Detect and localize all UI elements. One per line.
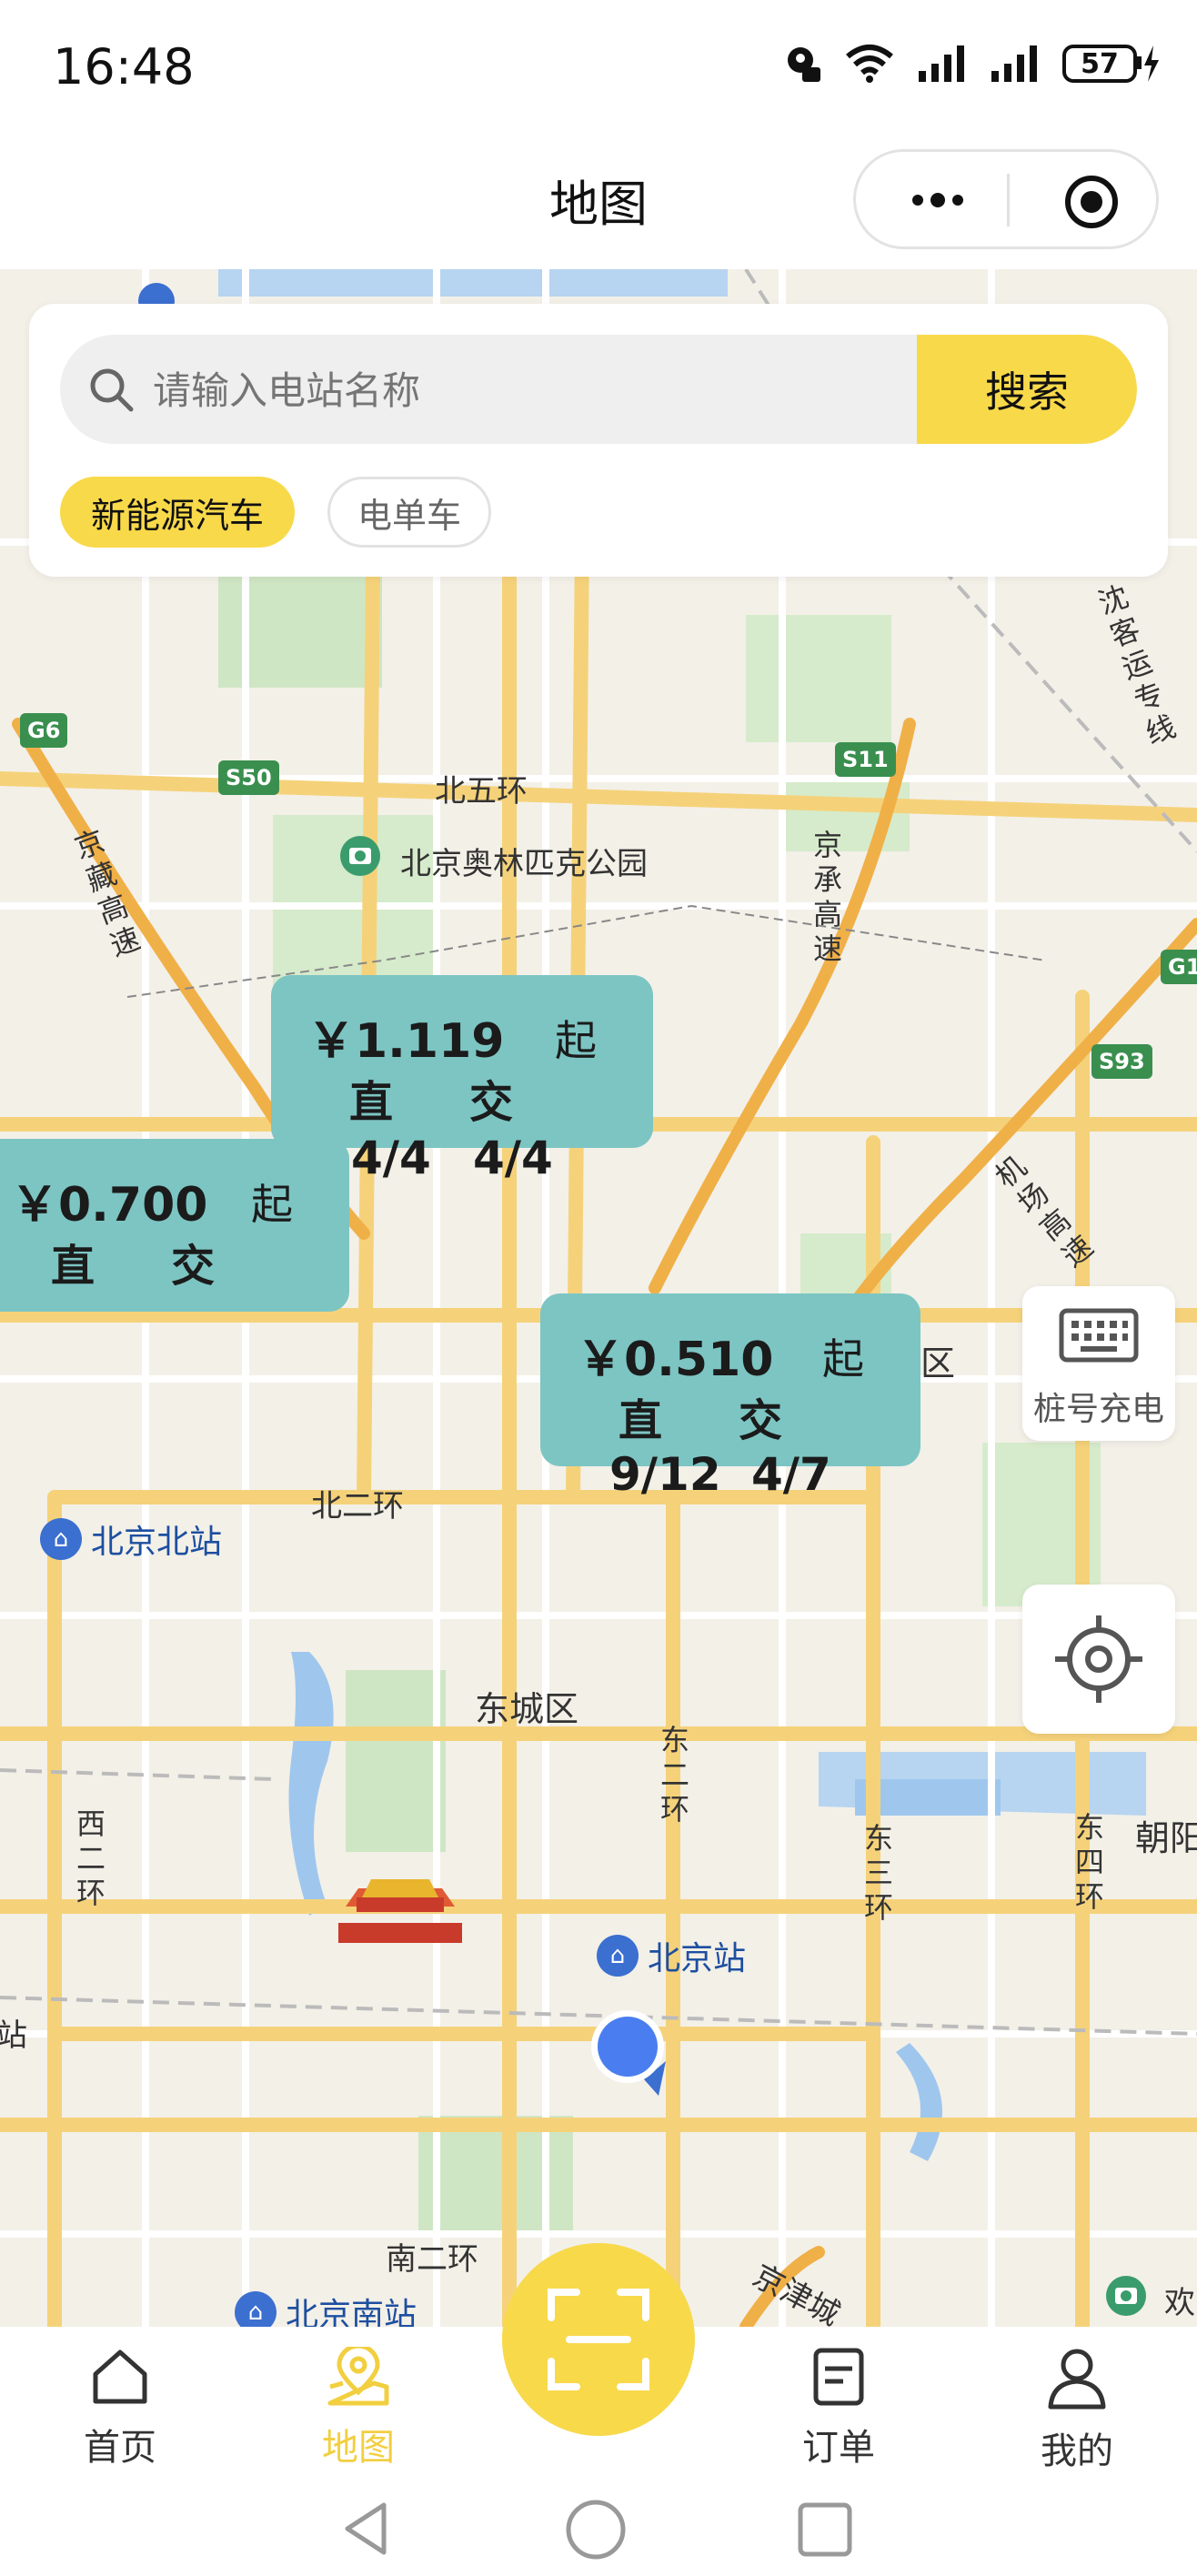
charging-marker[interactable]: ￥1.119 起 直 交 <box>271 975 653 1148</box>
search-bar: 搜索 <box>60 335 1137 444</box>
nav-orders-label: 订单 <box>802 2427 875 2469</box>
status-bar: 16:48 57 <box>0 0 1197 136</box>
s50-shield: S50 <box>218 760 279 795</box>
nav-profile[interactable]: 我的 <box>1004 2347 1150 2474</box>
g1-shield: G1 <box>1161 950 1197 984</box>
label-olympic-park: 北京奥林匹克公园 <box>400 846 648 882</box>
charging-marker[interactable]: ￥0.700 起 直 交 <box>0 1139 349 1312</box>
marker-price: ￥0.510 <box>577 1333 774 1387</box>
order-icon <box>813 2348 864 2406</box>
map-view[interactable]: G6 S50 S11 S93 G1 北五环 北京奥林匹克公园 北二环 东城区 区… <box>0 269 1197 2327</box>
home-circle-icon[interactable] <box>564 2498 628 2561</box>
marker-ac-label: 交 <box>469 1077 514 1128</box>
station-name: 北京北站 <box>91 1524 223 1561</box>
label-east-4th-ring: 东四环 <box>1074 1810 1104 1914</box>
marker-dc-label: 直 <box>51 1241 96 1292</box>
filter-e-bike[interactable]: 电单车 <box>327 477 491 548</box>
s93-shield: S93 <box>1091 1044 1152 1079</box>
label-huan: 欢 <box>1164 2285 1195 2321</box>
locate-target-icon <box>1055 1615 1142 1703</box>
label-east-2nd-ring: 东二环 <box>659 1723 689 1826</box>
filter-new-energy-car[interactable]: 新能源汽车 <box>60 477 295 548</box>
marker-price-suffix: 起 <box>555 1016 597 1065</box>
home-icon <box>93 2350 147 2404</box>
nav-map[interactable]: 地图 <box>286 2343 431 2470</box>
station-beijing-north[interactable]: ⌂ 北京北站 <box>40 1515 222 1563</box>
search-panel: 搜索 新能源汽车 电单车 <box>29 304 1168 577</box>
label-jingcheng-expressway: 京承高速 <box>812 828 842 966</box>
battery-indicator: 57 <box>1062 44 1161 84</box>
label-district-right: 区 <box>920 1343 956 1384</box>
marker-ac-label: 交 <box>739 1395 783 1446</box>
label-dongcheng: 东城区 <box>475 1689 579 1729</box>
wifi-icon <box>846 45 893 83</box>
marker-dc-label: 直 <box>349 1077 394 1128</box>
marker-dc-count: 4/4 <box>351 1132 431 1184</box>
rail-station-icon: ⌂ <box>597 1935 639 1977</box>
battery-level: 57 <box>1062 45 1137 83</box>
pile-charge-label: 桩号充电 <box>1032 1391 1164 1428</box>
title-bar: 地图 <box>0 136 1197 269</box>
label-north-2nd-ring: 北二环 <box>311 1488 404 1524</box>
keyboard-icon <box>1059 1308 1139 1363</box>
back-icon[interactable] <box>338 2500 393 2558</box>
station-beijing-south[interactable]: ⌂ 北京南站 <box>235 2289 417 2327</box>
signal-icon-2 <box>991 45 1037 82</box>
nav-home-label: 首页 <box>84 2427 156 2469</box>
recent-apps-icon[interactable] <box>797 2501 853 2558</box>
marker-dc-label: 直 <box>619 1395 663 1446</box>
scan-icon <box>548 2289 649 2390</box>
label-west-2nd-ring: 西二环 <box>75 1806 106 1910</box>
label-east-3rd-ring: 东三环 <box>863 1821 893 1925</box>
tiananmen-icon <box>338 1879 462 1943</box>
signal-icon <box>919 45 964 82</box>
location-hd-icon <box>788 47 820 82</box>
marker-price: ￥1.119 <box>307 1014 505 1069</box>
marker-dc-count: 9/12 <box>609 1448 721 1501</box>
system-navigation-bar <box>0 2476 1197 2576</box>
user-icon <box>1048 2349 1106 2410</box>
station-name: 北京南站 <box>286 2297 417 2327</box>
nav-map-label: 地图 <box>322 2427 395 2469</box>
g6-shield: G6 <box>20 713 68 748</box>
rail-station-icon: ⌂ <box>40 1518 82 1560</box>
search-button[interactable]: 搜索 <box>917 335 1137 444</box>
station-name: 北京站 <box>648 1940 747 1977</box>
scan-button[interactable] <box>502 2243 695 2436</box>
marker-ac-label: 交 <box>171 1241 216 1292</box>
capsule-divider <box>1007 174 1010 226</box>
pile-charge-button[interactable]: 桩号充电 <box>1022 1286 1175 1441</box>
marker-price-suffix: 起 <box>251 1180 293 1229</box>
rail-station-icon: ⌂ <box>235 2291 277 2327</box>
label-chaoyang: 朝阳 <box>1135 1818 1197 1858</box>
close-target-icon[interactable] <box>1063 174 1120 230</box>
search-input[interactable] <box>151 335 928 444</box>
status-time: 16:48 <box>53 38 195 96</box>
map-pin-icon <box>327 2343 389 2406</box>
marker-price-suffix: 起 <box>822 1334 864 1384</box>
marker-ac-count: 4/7 <box>751 1448 831 1501</box>
search-icon <box>90 368 134 412</box>
nav-home[interactable]: 首页 <box>47 2347 193 2470</box>
charging-icon <box>1137 45 1159 82</box>
label-north-5th-ring: 北五环 <box>435 773 528 810</box>
label-edge-zhan: 站 <box>0 2018 27 2054</box>
charging-marker[interactable]: ￥0.510 起 直 交 <box>540 1293 920 1466</box>
mini-program-capsule <box>853 149 1159 249</box>
marker-price: ￥0.700 <box>11 1178 208 1233</box>
locate-me-button[interactable] <box>1022 1585 1175 1734</box>
marker-ac-count: 4/4 <box>473 1132 553 1184</box>
nav-profile-label: 我的 <box>1041 2430 1113 2472</box>
current-location-icon <box>591 2010 666 2096</box>
label-south-2nd-ring: 南二环 <box>386 2241 478 2278</box>
nav-orders[interactable]: 订单 <box>766 2347 911 2470</box>
more-icon[interactable] <box>892 176 983 225</box>
station-beijing[interactable]: ⌂ 北京站 <box>597 1932 746 1979</box>
s11-shield: S11 <box>835 742 896 777</box>
status-icons: 57 <box>782 44 1161 84</box>
